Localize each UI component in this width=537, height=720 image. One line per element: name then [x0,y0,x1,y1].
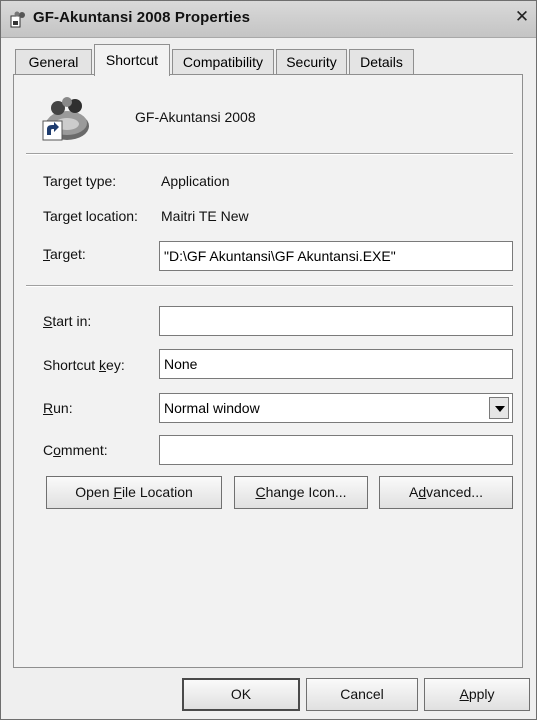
shortcut-key-input[interactable]: None [159,349,513,379]
accelerator-key: k [99,357,107,373]
accelerator-key: d [418,484,427,500]
button-text: hange Icon... [265,484,347,500]
accelerator-key: C [255,484,266,500]
start-in-label: Start in: [43,313,91,329]
accelerator-key: R [43,400,54,416]
shortcut-content: GF-Akuntansi 2008 Target type: Applicati… [1,1,536,719]
advanced-button[interactable]: Advanced... [379,476,513,509]
button-text: A [409,484,419,500]
shortcut-arrow-icon [47,122,59,135]
label-text: ey: [106,357,125,373]
label-text: arget: [50,246,86,262]
accelerator-key: A [459,686,469,702]
comment-input[interactable] [159,435,513,465]
cancel-button[interactable]: Cancel [306,678,418,711]
separator [26,153,513,155]
separator [26,285,513,287]
apply-button[interactable]: Apply [424,678,530,711]
run-label: Run: [43,400,73,416]
target-input[interactable]: "D:\GF Akuntansi\GF Akuntansi.EXE" [159,241,513,271]
target-location-label: Target location: [43,208,138,224]
label-text: mment: [60,442,108,458]
shortcut-name: GF-Akuntansi 2008 [135,109,256,125]
accelerator-key: T [43,246,50,262]
button-text: ile Location [121,484,193,500]
run-select[interactable]: Normal window [159,393,513,423]
label-text: C [43,442,54,458]
properties-window: GF-Akuntansi 2008 Properties ✕ General S… [0,0,537,720]
target-label: Target: [43,246,86,262]
ok-button[interactable]: OK [182,678,300,711]
accelerator-key: o [53,442,61,458]
button-text: Open [75,484,114,500]
target-type-value: Application [161,173,230,189]
run-select-value: Normal window [164,400,260,416]
chevron-down-icon[interactable] [489,397,509,419]
label-text: un: [53,400,73,416]
target-type-label: Target type: [43,173,117,189]
shortcut-key-label: Shortcut key: [43,357,125,373]
open-file-location-button[interactable]: Open File Location [46,476,222,509]
accelerator-key: F [113,484,122,500]
target-location-value: Maitri TE New [161,208,249,224]
button-text: vanced... [426,484,483,500]
comment-label: Comment: [43,442,108,458]
start-in-input[interactable] [159,306,513,336]
label-text: Shortcut [43,357,100,373]
button-text: pply [468,686,495,702]
accelerator-key: S [43,313,53,329]
label-text: tart in: [52,313,92,329]
change-icon-button[interactable]: Change Icon... [234,476,368,509]
